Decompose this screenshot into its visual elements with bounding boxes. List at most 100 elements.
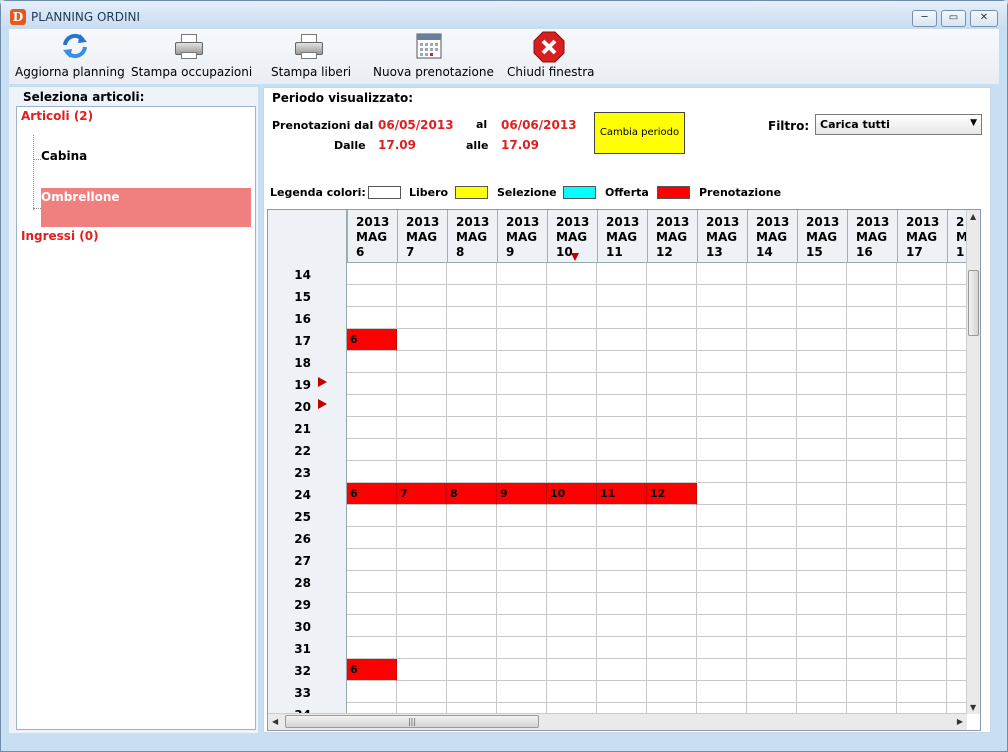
grid-cell[interactable] bbox=[597, 373, 647, 395]
grid-cell[interactable] bbox=[547, 329, 597, 351]
booking-cell[interactable]: 7 bbox=[397, 483, 447, 505]
grid-cell[interactable] bbox=[847, 373, 897, 395]
grid-cell[interactable] bbox=[497, 351, 547, 373]
refresh-planning-button[interactable]: Aggiorna planning bbox=[15, 29, 125, 84]
grid-cell[interactable] bbox=[447, 417, 497, 439]
horizontal-scrollbar[interactable]: ◀ ||| ▶ bbox=[268, 713, 967, 730]
booking-cell[interactable]: 10 bbox=[547, 483, 597, 505]
grid-cell[interactable] bbox=[947, 659, 967, 681]
grid-cell[interactable] bbox=[747, 659, 797, 681]
grid-cell[interactable] bbox=[397, 285, 447, 307]
grid-cell[interactable] bbox=[947, 637, 967, 659]
grid-cell[interactable] bbox=[447, 307, 497, 329]
grid-cell[interactable] bbox=[447, 505, 497, 527]
grid-cell[interactable] bbox=[347, 461, 397, 483]
grid-cell[interactable] bbox=[647, 505, 697, 527]
grid-cell[interactable] bbox=[947, 285, 967, 307]
grid-cell[interactable] bbox=[597, 615, 647, 637]
grid-cell[interactable] bbox=[797, 505, 847, 527]
grid-cell[interactable] bbox=[347, 439, 397, 461]
grid-cell[interactable] bbox=[397, 681, 447, 703]
grid-cell[interactable] bbox=[797, 571, 847, 593]
grid-cell[interactable] bbox=[697, 615, 747, 637]
grid-cell[interactable] bbox=[547, 659, 597, 681]
grid-cell[interactable] bbox=[847, 681, 897, 703]
grid-cell[interactable] bbox=[697, 505, 747, 527]
grid-cell[interactable] bbox=[747, 417, 797, 439]
vertical-scrollbar[interactable]: ▲ ▼ bbox=[966, 210, 980, 714]
grid-cell[interactable] bbox=[797, 373, 847, 395]
grid-cell[interactable] bbox=[947, 593, 967, 615]
grid-cell[interactable] bbox=[897, 373, 947, 395]
grid-cell[interactable] bbox=[597, 439, 647, 461]
grid-cell[interactable] bbox=[797, 549, 847, 571]
grid-cell[interactable] bbox=[597, 637, 647, 659]
grid-cell[interactable] bbox=[497, 461, 547, 483]
grid-cell[interactable] bbox=[547, 527, 597, 549]
booking-cell[interactable]: 12 bbox=[647, 483, 697, 505]
grid-cell[interactable] bbox=[697, 329, 747, 351]
grid-cell[interactable] bbox=[647, 329, 697, 351]
grid-cell[interactable] bbox=[747, 505, 797, 527]
grid-cell[interactable] bbox=[597, 285, 647, 307]
grid-cell[interactable] bbox=[597, 263, 647, 285]
grid-cell[interactable] bbox=[797, 307, 847, 329]
grid-cell[interactable] bbox=[897, 329, 947, 351]
grid-cell[interactable] bbox=[397, 417, 447, 439]
filter-select[interactable]: Carica tutti ▼ bbox=[815, 114, 982, 135]
grid-cell[interactable] bbox=[797, 461, 847, 483]
grid-cell[interactable] bbox=[947, 615, 967, 637]
grid-cell[interactable] bbox=[697, 527, 747, 549]
grid-cell[interactable] bbox=[397, 593, 447, 615]
grid-cell[interactable] bbox=[647, 417, 697, 439]
grid-cell[interactable] bbox=[447, 329, 497, 351]
grid-cell[interactable] bbox=[797, 593, 847, 615]
grid-cell[interactable] bbox=[697, 659, 747, 681]
grid-cell[interactable] bbox=[697, 285, 747, 307]
grid-cell[interactable] bbox=[397, 549, 447, 571]
grid-cell[interactable] bbox=[647, 637, 697, 659]
grid-cell[interactable] bbox=[897, 439, 947, 461]
grid-cell[interactable] bbox=[647, 351, 697, 373]
grid-cell[interactable] bbox=[497, 659, 547, 681]
grid-cell[interactable] bbox=[697, 373, 747, 395]
grid-cell[interactable] bbox=[597, 549, 647, 571]
grid-cell[interactable] bbox=[597, 329, 647, 351]
grid-cell[interactable] bbox=[897, 285, 947, 307]
close-window-button[interactable]: ✕ bbox=[970, 10, 998, 27]
grid-cell[interactable] bbox=[847, 593, 897, 615]
grid-cell[interactable] bbox=[747, 527, 797, 549]
grid-cell[interactable] bbox=[747, 439, 797, 461]
grid-cell[interactable] bbox=[547, 461, 597, 483]
booking-cell[interactable]: 8 bbox=[447, 483, 497, 505]
grid-cell[interactable] bbox=[897, 505, 947, 527]
grid-cell[interactable] bbox=[447, 263, 497, 285]
grid-cell[interactable] bbox=[597, 593, 647, 615]
grid-cell[interactable] bbox=[647, 681, 697, 703]
grid-cell[interactable] bbox=[647, 263, 697, 285]
grid-cell[interactable] bbox=[847, 351, 897, 373]
grid-cell[interactable] bbox=[797, 417, 847, 439]
grid-cell[interactable] bbox=[647, 461, 697, 483]
grid-cell[interactable] bbox=[447, 615, 497, 637]
grid-cell[interactable] bbox=[347, 351, 397, 373]
grid-cell[interactable] bbox=[347, 681, 397, 703]
grid-cell[interactable] bbox=[397, 263, 447, 285]
grid-cell[interactable] bbox=[697, 439, 747, 461]
grid-cell[interactable] bbox=[497, 263, 547, 285]
grid-cell[interactable] bbox=[497, 681, 547, 703]
grid-cell[interactable] bbox=[847, 285, 897, 307]
grid-cell[interactable] bbox=[747, 637, 797, 659]
grid-cell[interactable] bbox=[547, 417, 597, 439]
grid-cell[interactable] bbox=[947, 263, 967, 285]
grid-cell[interactable] bbox=[697, 351, 747, 373]
grid-cell[interactable] bbox=[347, 307, 397, 329]
grid-cell[interactable] bbox=[497, 527, 547, 549]
grid-cell[interactable] bbox=[347, 263, 397, 285]
grid-cell[interactable] bbox=[497, 593, 547, 615]
grid-cell[interactable] bbox=[947, 417, 967, 439]
grid-cell[interactable] bbox=[497, 307, 547, 329]
grid-cell[interactable] bbox=[347, 505, 397, 527]
grid-cell[interactable] bbox=[947, 527, 967, 549]
grid-cell[interactable] bbox=[397, 571, 447, 593]
